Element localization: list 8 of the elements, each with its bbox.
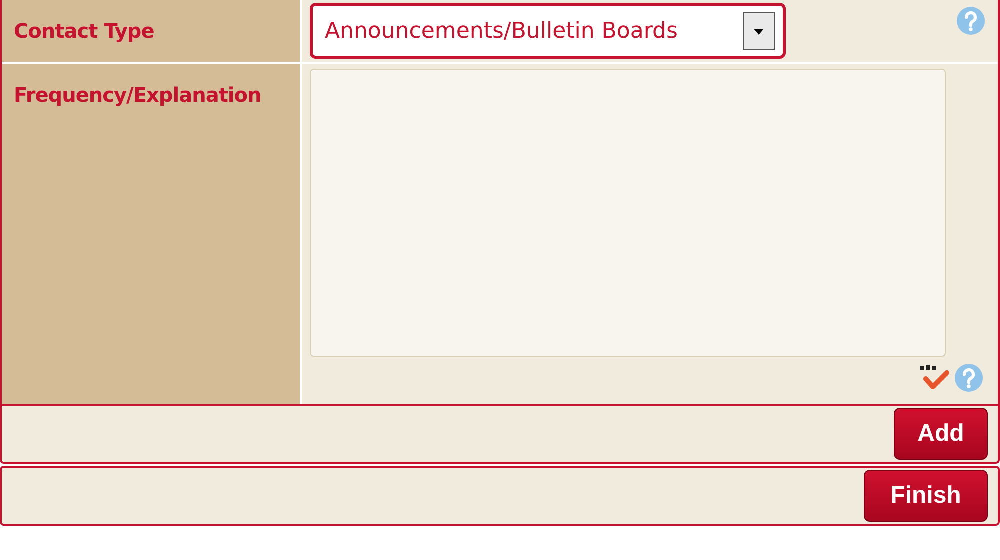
field-label: Frequency/Explanation bbox=[14, 83, 262, 107]
help-icon[interactable] bbox=[956, 6, 986, 36]
add-button[interactable]: Add bbox=[894, 408, 988, 460]
contact-type-dropdown[interactable]: Announcements/Bulletin Boards bbox=[310, 3, 786, 59]
finish-button[interactable]: Finish bbox=[864, 470, 988, 522]
spellcheck-icon[interactable] bbox=[918, 364, 950, 392]
field-label: Contact Type bbox=[14, 19, 154, 43]
explanation-textarea[interactable] bbox=[310, 69, 946, 357]
